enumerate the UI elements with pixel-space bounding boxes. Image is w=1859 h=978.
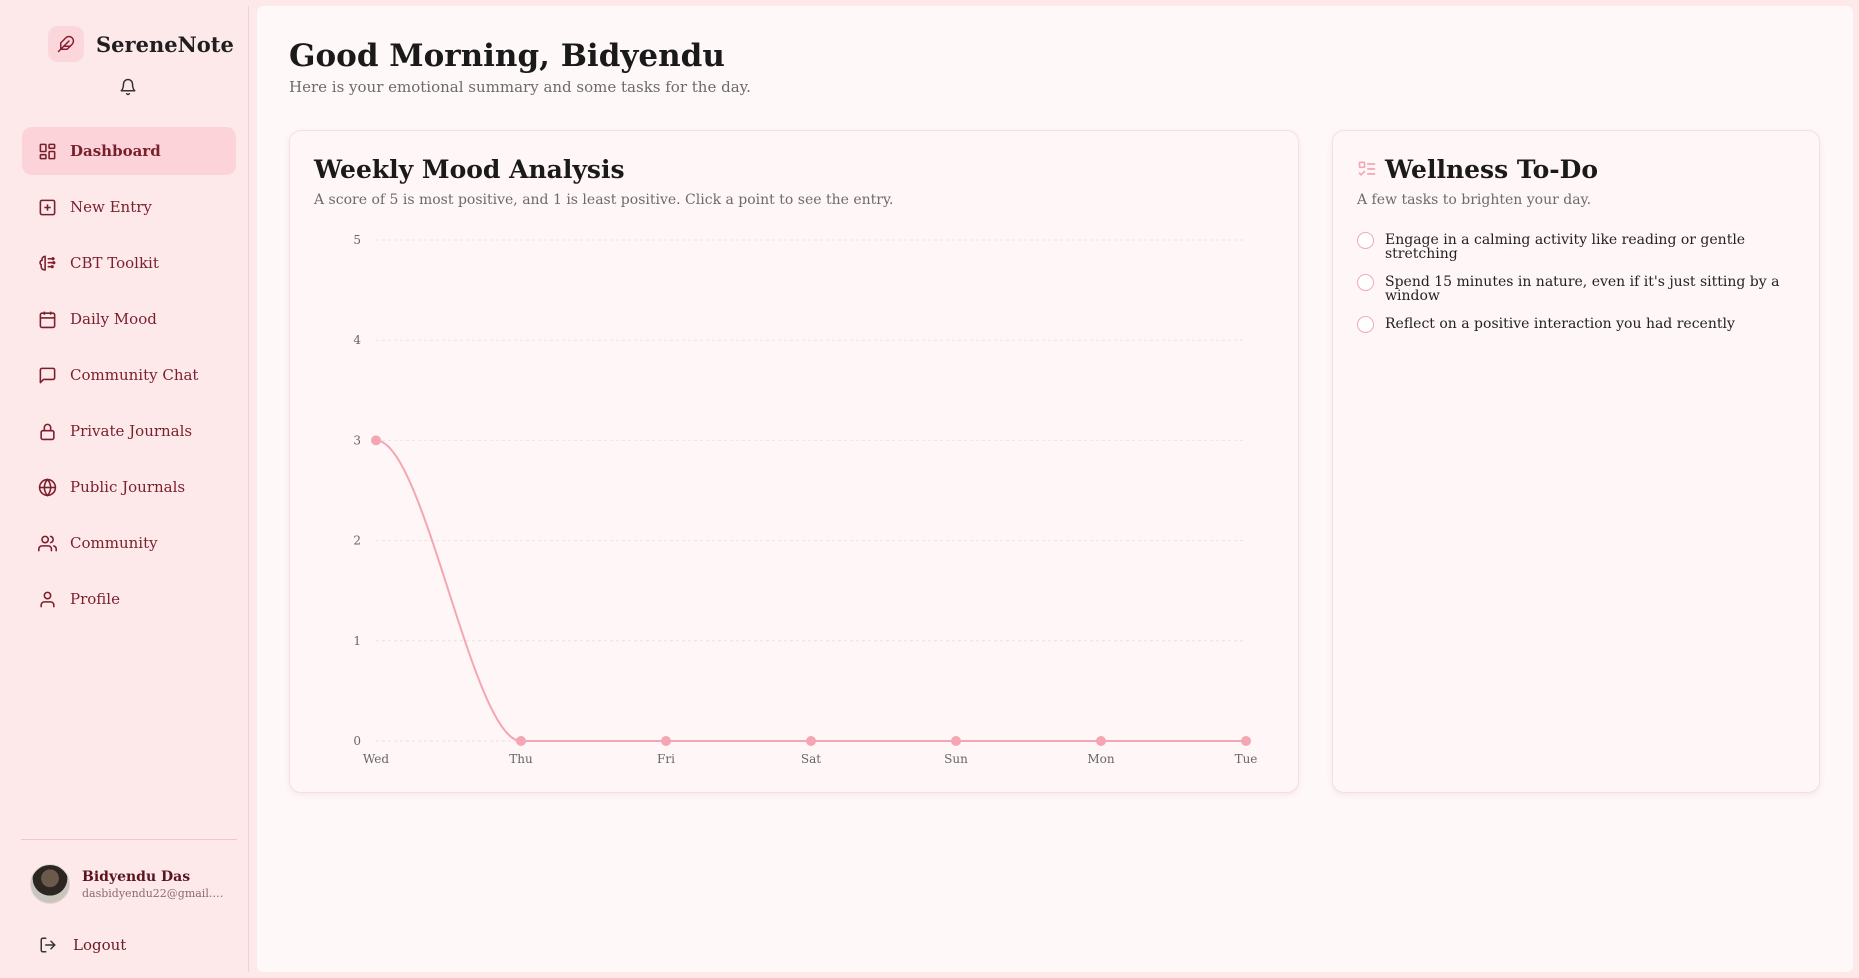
feather-icon [48, 26, 84, 62]
page-title: Good Morning, Bidyendu [289, 38, 725, 74]
sidebar-item-public-journals[interactable]: Public Journals [22, 463, 236, 511]
sidebar-item-profile[interactable]: Profile [22, 575, 236, 623]
mood-line [375, 439, 1246, 743]
mood-point[interactable] [1096, 736, 1106, 746]
mood-point[interactable] [371, 435, 381, 446]
sidebar-item-daily-mood[interactable]: Daily Mood [22, 295, 236, 343]
user-name: Bidyendu Das [82, 868, 191, 885]
todo-list: Engage in a calming activity like readin… [1357, 231, 1807, 345]
todo-item[interactable]: Engage in a calming activity like readin… [1357, 231, 1807, 261]
sidebar-item-community-chat[interactable]: Community Chat [22, 351, 236, 399]
todo-text: Reflect on a positive interaction you ha… [1385, 316, 1735, 332]
sidebar-divider [21, 839, 237, 840]
sidebar-item-dashboard[interactable]: Dashboard [22, 127, 236, 175]
todo-checkbox[interactable] [1357, 316, 1374, 333]
sidebar-item-label: Profile [70, 590, 120, 608]
brain-icon [37, 253, 57, 273]
card-title: Wellness To-Do [1385, 155, 1599, 184]
todo-checkbox[interactable] [1357, 274, 1374, 291]
main-content: Good Morning, Bidyendu Here is your emot… [257, 6, 1853, 972]
avatar [30, 864, 70, 904]
logout-icon [39, 936, 57, 954]
mood-point[interactable] [661, 736, 671, 746]
x-tick-label: Thu [509, 752, 533, 766]
mood-point[interactable] [516, 736, 526, 746]
sidebar-item-label: New Entry [70, 198, 152, 216]
bell-icon[interactable] [119, 78, 137, 96]
y-tick-label: 3 [353, 433, 361, 447]
x-tick-label: Tue [1235, 752, 1258, 766]
lock-icon [37, 421, 57, 441]
sidebar-nav: Dashboard New Entry CBT Toolkit Daily Mo… [22, 127, 236, 631]
sidebar-item-label: CBT Toolkit [70, 254, 159, 272]
globe-icon [37, 477, 57, 497]
mood-chart: 0 1 2 3 4 5 Wed Thu Fri Sat Sun Mon Tue [353, 233, 1258, 766]
todo-text: Engage in a calming activity like readin… [1385, 232, 1746, 262]
sidebar-item-label: Daily Mood [70, 310, 157, 328]
user-icon [37, 589, 57, 609]
brand[interactable]: SereneNote [48, 26, 234, 62]
list-check-icon [1357, 159, 1377, 179]
mood-point[interactable] [806, 736, 816, 746]
todo-item[interactable]: Reflect on a positive interaction you ha… [1357, 315, 1807, 333]
sidebar-item-cbt-toolkit[interactable]: CBT Toolkit [22, 239, 236, 287]
user-profile[interactable]: Bidyendu Das dasbidyendu22@gmail.com [30, 864, 227, 904]
todo-text: Spend 15 minutes in nature, even if it's… [1385, 274, 1780, 304]
sidebar-item-new-entry[interactable]: New Entry [22, 183, 236, 231]
sidebar-item-label: Private Journals [70, 422, 193, 440]
todo-item[interactable]: Spend 15 minutes in nature, even if it's… [1357, 273, 1807, 303]
sidebar-item-label: Dashboard [70, 142, 161, 160]
x-tick-label: Fri [657, 752, 675, 766]
user-email: dasbidyendu22@gmail.com [82, 886, 227, 900]
mood-analysis-card: Weekly Mood Analysis A score of 5 is mos… [289, 130, 1299, 793]
page-subtitle: Here is your emotional summary and some … [289, 78, 751, 96]
sidebar-item-label: Public Journals [70, 478, 186, 496]
y-tick-label: 5 [353, 233, 361, 247]
logout-button[interactable]: Logout [39, 936, 126, 954]
sidebar-item-private-journals[interactable]: Private Journals [22, 407, 236, 455]
plus-square-icon [37, 197, 57, 217]
sidebar-item-community[interactable]: Community [22, 519, 236, 567]
y-tick-label: 4 [353, 333, 361, 347]
mood-point[interactable] [1241, 736, 1251, 746]
sidebar-item-label: Community Chat [70, 366, 199, 384]
chat-icon [37, 365, 57, 385]
x-tick-label: Sat [801, 752, 821, 766]
logout-label: Logout [73, 936, 127, 954]
y-tick-label: 0 [353, 734, 361, 748]
calendar-icon [37, 309, 57, 329]
y-tick-label: 1 [353, 634, 361, 648]
mood-point[interactable] [951, 736, 961, 746]
x-tick-label: Wed [363, 752, 389, 766]
x-tick-label: Mon [1087, 752, 1115, 766]
wellness-todo-card: Wellness To-Do A few tasks to brighten y… [1332, 130, 1820, 793]
app-name: SereneNote [96, 31, 234, 57]
dashboard-icon [37, 141, 57, 161]
sidebar-item-label: Community [70, 534, 158, 552]
todo-checkbox[interactable] [1357, 232, 1374, 249]
sidebar: SereneNote Dashboard New Entry CBT Toolk… [8, 6, 249, 972]
card-subtitle: A few tasks to brighten your day. [1357, 192, 1592, 208]
y-tick-label: 2 [353, 534, 361, 548]
x-tick-label: Sun [944, 752, 968, 766]
users-icon [37, 533, 57, 553]
